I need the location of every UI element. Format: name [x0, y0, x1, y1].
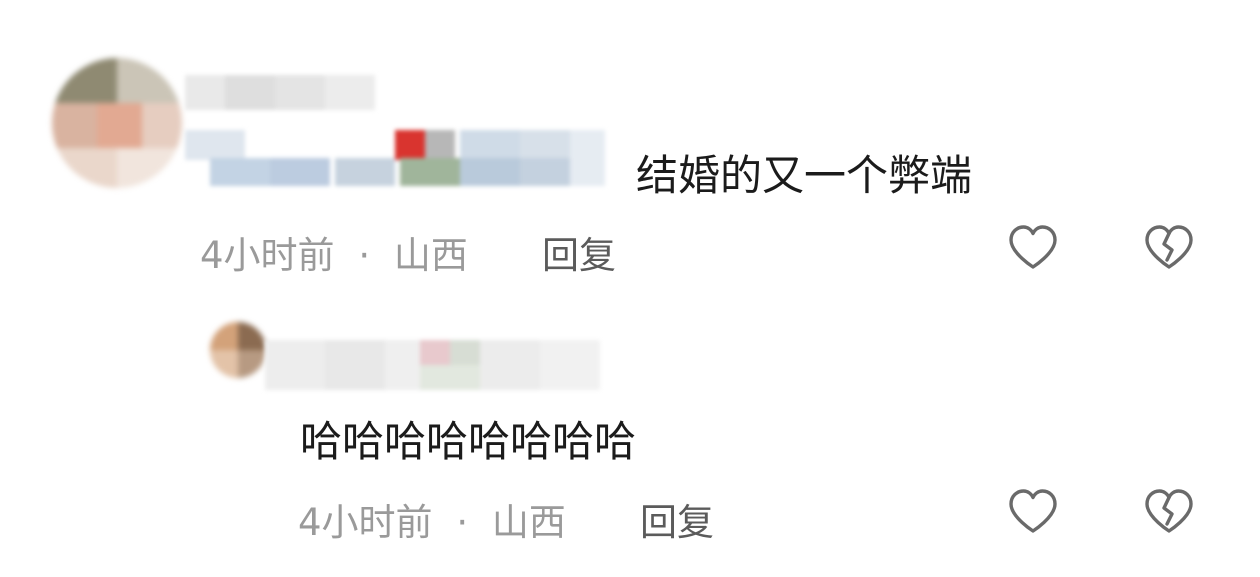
- username-blurred[interactable]: [185, 75, 375, 110]
- meta-separator: ·: [456, 501, 469, 544]
- broken-heart-icon[interactable]: [1140, 219, 1198, 277]
- reply-button[interactable]: 回复: [640, 492, 714, 546]
- user-tags-blurred: [185, 130, 605, 190]
- avatar[interactable]: [52, 58, 182, 188]
- location: 山西: [491, 501, 566, 544]
- comment-meta: 4小时前 · 山西: [298, 492, 566, 546]
- reply-comment-item: 哈哈哈哈哈哈哈哈 4小时前 · 山西 回复: [0, 300, 1260, 577]
- comment-text: 哈哈哈哈哈哈哈哈: [300, 417, 637, 466]
- comment-meta: 4小时前 · 山西: [200, 225, 468, 279]
- reply-button[interactable]: 回复: [542, 225, 616, 279]
- heart-outline-icon[interactable]: [1004, 483, 1062, 541]
- meta-separator: ·: [358, 234, 371, 277]
- comment-text: 结婚的又一个弊端: [636, 151, 973, 200]
- location: 山西: [393, 234, 468, 277]
- username-blurred[interactable]: [265, 340, 625, 390]
- broken-heart-icon[interactable]: [1140, 483, 1198, 541]
- avatar[interactable]: [210, 322, 266, 378]
- timestamp: 4小时前: [200, 234, 335, 277]
- timestamp: 4小时前: [298, 501, 433, 544]
- comment-item: 结婚的又一个弊端 4小时前 · 山西 回复: [0, 0, 1260, 300]
- heart-outline-icon[interactable]: [1004, 219, 1062, 277]
